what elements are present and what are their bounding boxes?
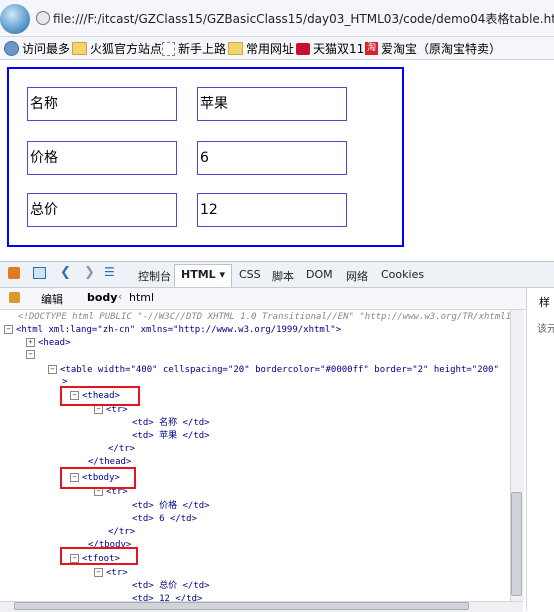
- forward-icon[interactable]: ❯: [84, 265, 95, 280]
- browser-logo-icon[interactable]: [0, 4, 30, 34]
- bookmark-label: 天猫双11: [313, 42, 365, 56]
- site-identity-icon[interactable]: [36, 11, 50, 25]
- break-on-mutate-icon[interactable]: [9, 292, 20, 303]
- collapse-toggle-icon[interactable]: −: [94, 568, 103, 577]
- aitaobao-icon: 淘: [365, 42, 378, 55]
- url-field[interactable]: file:///F:/itcast/GZClass15/GZBasicClass…: [53, 10, 554, 27]
- tree-node-text: <td> 苹果 </td>: [132, 431, 210, 441]
- tmall-icon: [296, 42, 310, 55]
- inspect-icon[interactable]: [33, 267, 46, 279]
- tab-console[interactable]: 控制台: [138, 268, 171, 284]
- bookmark-getting-started[interactable]: 新手上路: [162, 40, 226, 57]
- tree-node-text: <td> 名称 </td>: [132, 418, 210, 428]
- table-cell: 6: [197, 141, 347, 175]
- command-line-icon[interactable]: ☰: [104, 265, 115, 279]
- back-icon[interactable]: ❮: [60, 265, 71, 280]
- tab-script[interactable]: 脚本: [272, 268, 294, 284]
- bookmark-common-sites[interactable]: 常用网址: [228, 40, 294, 57]
- collapse-toggle-icon[interactable]: −: [26, 350, 35, 359]
- firebug-subtoolbar: 编辑 body ‹ html: [0, 288, 526, 310]
- tree-node[interactable]: − <html xml:lang="zh-cn" xmlns="http://ww…: [4, 324, 341, 336]
- collapse-toggle-icon[interactable]: −: [94, 405, 103, 414]
- tree-node[interactable]: + <head>: [26, 337, 71, 349]
- folder-icon: [72, 42, 87, 55]
- tree-node-text: <td> 价格 </td>: [132, 501, 210, 511]
- table-cell: 价格: [27, 141, 177, 175]
- tree-node-text: <td> 12 </td>: [132, 594, 203, 601]
- collapse-toggle-icon[interactable]: −: [4, 325, 13, 334]
- table-cell: 12: [197, 193, 347, 227]
- tree-node[interactable]: − <table width="400" cellspacing="20" bor…: [48, 364, 499, 376]
- side-panel-text: 该元: [537, 324, 554, 335]
- edit-button[interactable]: 编辑: [41, 291, 63, 307]
- folder-icon: [228, 42, 243, 55]
- tree-node[interactable]: − <tr>: [94, 567, 128, 579]
- tfoot-highlight-box: [60, 547, 138, 565]
- thead-highlight-box: [60, 386, 140, 406]
- tab-cookies[interactable]: Cookies: [381, 268, 424, 281]
- tab-net[interactable]: 网络: [346, 268, 368, 284]
- breadcrumb-body[interactable]: body: [87, 291, 117, 304]
- expand-toggle-icon[interactable]: +: [26, 338, 35, 347]
- bookmark-label: 爱淘宝（原淘宝特卖）: [381, 42, 502, 56]
- bookmark-aitaobao[interactable]: 淘 爱淘宝（原淘宝特卖）: [365, 40, 501, 57]
- side-tab-style[interactable]: 样: [539, 294, 550, 310]
- table-cell: 总价: [27, 193, 177, 227]
- address-bar: file:///F:/itcast/GZClass15/GZBasicClass…: [0, 0, 554, 37]
- table-cell: 苹果: [197, 87, 347, 121]
- tree-node-text: <td> 总价 </td>: [132, 581, 210, 591]
- firebug-icon[interactable]: [8, 267, 20, 279]
- tbody-highlight-box: [60, 467, 136, 489]
- table-cell: 名称: [27, 87, 177, 121]
- breadcrumb-html[interactable]: html: [129, 291, 154, 304]
- bookmark-label: 新手上路: [178, 42, 227, 56]
- bookmark-label: 火狐官方站点: [90, 42, 163, 56]
- tree-node-text: <td> 6 </td>: [132, 514, 198, 524]
- bookmark-label: 访问最多: [22, 42, 71, 56]
- tree-node-selected[interactable]: − <body>: [26, 349, 71, 361]
- tab-html[interactable]: HTML ▾: [181, 268, 225, 281]
- tree-node-text: </tr>: [108, 444, 136, 454]
- style-side-panel: 样 该元: [526, 288, 554, 611]
- firebug-toolbar: ❮ ❯ ☰ 控制台 HTML ▾ CSS 脚本 DOM 网络 Cookies: [0, 261, 554, 288]
- bookmark-firefox-site[interactable]: 火狐官方站点: [72, 40, 162, 57]
- demo-table: 名称 苹果 价格 6 总价 12: [7, 67, 404, 247]
- collapse-toggle-icon[interactable]: −: [48, 365, 57, 374]
- doctype-line: <!DOCTYPE html PUBLIC "-//W3C//DTD XHTML…: [18, 312, 510, 322]
- tab-css[interactable]: CSS: [239, 268, 261, 281]
- bookmarks-toolbar: 访问最多 火狐官方站点 新手上路 常用网址 天猫双11 淘 爱淘宝（原淘宝特卖）: [0, 37, 554, 60]
- bookmark-label: 常用网址: [246, 42, 295, 56]
- tab-dom[interactable]: DOM: [306, 268, 333, 281]
- bookmark-most-visited[interactable]: 访问最多: [4, 40, 70, 57]
- horizontal-scrollbar-thumb[interactable]: [14, 602, 469, 610]
- breadcrumb-separator-icon: ‹: [118, 290, 123, 303]
- vertical-scrollbar-thumb[interactable]: [511, 492, 522, 596]
- page-icon: [162, 41, 175, 56]
- tree-node-text: </tr>: [108, 527, 136, 537]
- bookmark-tmall[interactable]: 天猫双11: [296, 40, 364, 57]
- gear-icon: [4, 41, 19, 56]
